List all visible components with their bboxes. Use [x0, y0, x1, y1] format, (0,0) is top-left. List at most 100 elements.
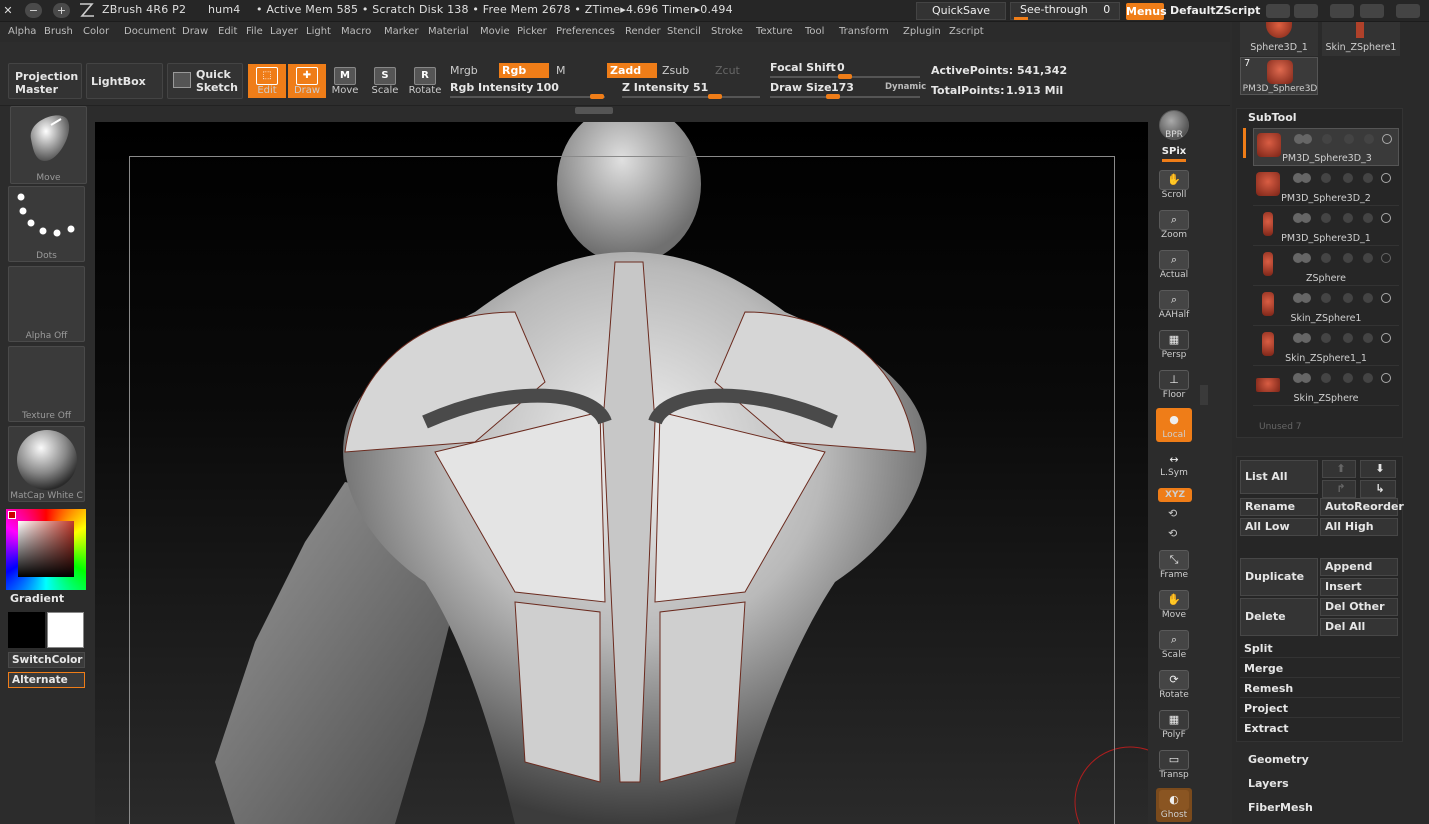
zadd-toggle[interactable]: Zadd: [607, 63, 657, 78]
subtool-item[interactable]: Skin_ZSphere1: [1253, 288, 1399, 326]
menu-render[interactable]: Render: [625, 26, 661, 37]
shelf-scroll-handle[interactable]: [575, 107, 613, 114]
color-picker[interactable]: [6, 509, 86, 590]
transp-button[interactable]: ▭ Transp: [1156, 748, 1192, 782]
eye-icon[interactable]: [1381, 213, 1391, 223]
subtool-item[interactable]: Skin_ZSphere: [1253, 368, 1399, 406]
eye-icon[interactable]: [1382, 134, 1392, 144]
subdiv-icon[interactable]: [1321, 213, 1331, 223]
mask-icon[interactable]: [1343, 173, 1353, 183]
scale-mode-button[interactable]: S Scale: [366, 64, 404, 100]
subtool-item[interactable]: ZSphere: [1253, 248, 1399, 286]
menu-brush[interactable]: Brush: [44, 26, 73, 37]
projection-master-button[interactable]: Projection Master: [8, 63, 82, 99]
menu-marker[interactable]: Marker: [384, 26, 419, 37]
menu-file[interactable]: File: [246, 26, 263, 37]
zcut-toggle[interactable]: Zcut: [715, 64, 740, 77]
sculpt-icon[interactable]: [1363, 253, 1373, 263]
menu-light[interactable]: Light: [306, 26, 331, 37]
layout-right-icon[interactable]: [1294, 4, 1318, 18]
window-icon[interactable]: [1396, 4, 1420, 18]
fibermesh-section[interactable]: FiberMesh: [1244, 799, 1404, 817]
menu-movie[interactable]: Movie: [480, 26, 510, 37]
remesh-section[interactable]: Remesh: [1240, 680, 1400, 698]
rgb-toggle[interactable]: Rgb: [499, 63, 549, 78]
eye-icon[interactable]: [1381, 293, 1391, 303]
polypaint-icon-2[interactable]: [1301, 213, 1311, 223]
scroll-button[interactable]: ✋ Scroll: [1156, 168, 1192, 202]
arrow-up-icon[interactable]: ⬆: [1322, 460, 1356, 478]
mask-icon[interactable]: [1343, 213, 1353, 223]
insert-button[interactable]: Insert: [1320, 578, 1398, 596]
tool-thumb-pm3d[interactable]: 7 PM3D_Sphere3D: [1240, 57, 1318, 95]
del-all-button[interactable]: Del All: [1320, 618, 1398, 636]
menus-toggle[interactable]: Menus: [1126, 3, 1167, 20]
interface-icon[interactable]: [1330, 4, 1354, 18]
edit-mode-button[interactable]: ⬚ Edit: [248, 64, 286, 98]
m-toggle[interactable]: M: [556, 64, 566, 77]
alpha-picker[interactable]: Alpha Off: [8, 266, 85, 342]
move-down-icon[interactable]: ↳: [1360, 480, 1396, 498]
list-all-button[interactable]: List All: [1240, 460, 1318, 494]
brush-picker[interactable]: Move: [10, 106, 87, 184]
switchcolor-button[interactable]: SwitchColor: [8, 652, 85, 668]
subdiv-icon[interactable]: [1321, 253, 1331, 263]
quick-sketch-button[interactable]: Quick Sketch: [167, 63, 243, 99]
menu-zscript[interactable]: Zscript: [949, 26, 984, 37]
menu-stroke[interactable]: Stroke: [711, 26, 743, 37]
menu-preferences[interactable]: Preferences: [556, 26, 615, 37]
sculpt-icon[interactable]: [1363, 333, 1373, 343]
tool-thumb-skin-zsphere[interactable]: Skin_ZSphere1: [1322, 22, 1400, 56]
eye-icon[interactable]: [1381, 253, 1391, 263]
alternate-button[interactable]: Alternate: [8, 672, 85, 688]
subdiv-icon[interactable]: [1321, 333, 1331, 343]
spix-slider[interactable]: SPix: [1156, 146, 1192, 164]
all-low-button[interactable]: All Low: [1240, 518, 1318, 536]
menu-edit[interactable]: Edit: [218, 26, 237, 37]
frame-button[interactable]: ⤡ Frame: [1156, 548, 1192, 582]
sculpt-icon[interactable]: [1363, 373, 1373, 383]
rotate-y-icon[interactable]: ⟲: [1168, 507, 1182, 521]
rename-button[interactable]: Rename: [1240, 498, 1318, 516]
menu-texture[interactable]: Texture: [756, 26, 793, 37]
draw-mode-button[interactable]: ✚ Draw: [288, 64, 326, 98]
menu-material[interactable]: Material: [428, 26, 469, 37]
menu-document[interactable]: Document: [124, 26, 176, 37]
mask-icon[interactable]: [1343, 253, 1353, 263]
focal-shift-slider[interactable]: Focal Shift 0: [770, 61, 920, 79]
menu-transform[interactable]: Transform: [839, 26, 889, 37]
extract-section[interactable]: Extract: [1240, 720, 1400, 738]
subdiv-icon[interactable]: [1321, 293, 1331, 303]
split-section[interactable]: Split: [1240, 640, 1400, 658]
mask-icon[interactable]: [1343, 293, 1353, 303]
actual-button[interactable]: ⌕ Actual: [1156, 248, 1192, 282]
texture-picker[interactable]: Texture Off: [8, 346, 85, 422]
subtool-item[interactable]: PM3D_Sphere3D_1: [1253, 208, 1399, 246]
mrgb-toggle[interactable]: Mrgb: [450, 64, 478, 77]
move-view-button[interactable]: ✋ Move: [1156, 588, 1192, 622]
menu-alpha[interactable]: Alpha: [8, 26, 36, 37]
layers-section[interactable]: Layers: [1244, 775, 1404, 793]
polypaint-icon-2[interactable]: [1302, 134, 1312, 144]
layout-left-icon[interactable]: [1266, 4, 1290, 18]
sculpt-icon[interactable]: [1363, 173, 1373, 183]
local-button[interactable]: ● Local: [1156, 408, 1192, 442]
subdiv-icon[interactable]: [1321, 173, 1331, 183]
eye-icon[interactable]: [1381, 373, 1391, 383]
menu-macro[interactable]: Macro: [341, 26, 371, 37]
project-section[interactable]: Project: [1240, 700, 1400, 718]
mask-icon[interactable]: [1344, 134, 1354, 144]
aahalf-button[interactable]: ⌕ AAHalf: [1156, 288, 1192, 322]
stroke-picker[interactable]: Dots: [8, 186, 85, 262]
del-other-button[interactable]: Del Other: [1320, 598, 1398, 616]
move-mode-button[interactable]: M Move: [326, 64, 364, 100]
eye-icon[interactable]: [1381, 333, 1391, 343]
maximize-icon[interactable]: +: [53, 3, 70, 18]
xyz-button[interactable]: XYZ: [1158, 488, 1192, 502]
persp-button[interactable]: ▦ Persp: [1156, 328, 1192, 362]
material-picker[interactable]: MatCap White C: [8, 426, 85, 502]
sculpt-icon[interactable]: [1364, 134, 1374, 144]
lightbox-button[interactable]: LightBox: [86, 63, 163, 99]
ghost-button[interactable]: ◐ Ghost: [1156, 788, 1192, 822]
close-icon[interactable]: ✕: [2, 3, 14, 18]
